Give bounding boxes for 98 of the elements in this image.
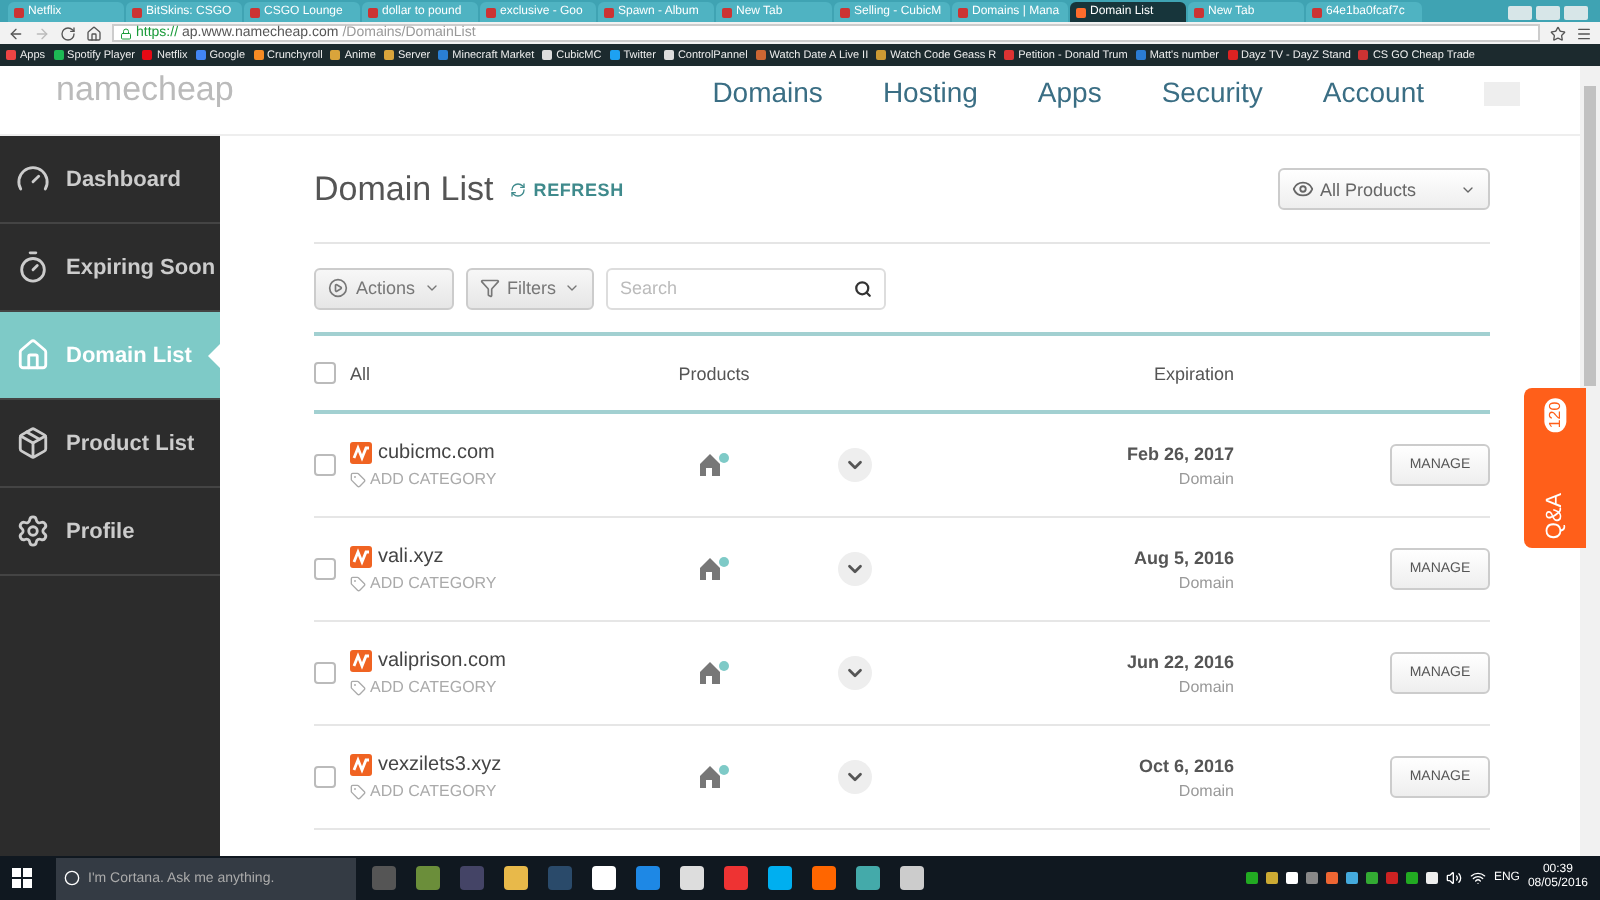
favicon-icon (368, 7, 378, 17)
taskbar-app-icon[interactable] (680, 866, 704, 890)
play-circle-icon (328, 278, 348, 298)
sidebar-item[interactable]: Product List (0, 400, 220, 488)
nav-link[interactable]: Account (1322, 78, 1424, 106)
domain-name: vali.xyz (378, 546, 444, 568)
refresh-icon (509, 181, 526, 197)
taskbar-app-icon[interactable] (636, 866, 660, 890)
cortana-circle-icon (64, 870, 80, 886)
domain-name: vexzilets3.xyz (378, 754, 502, 776)
back-icon[interactable] (8, 25, 24, 41)
box-icon (16, 426, 50, 460)
house-icon (698, 660, 730, 686)
product-type: Domain (1178, 469, 1234, 487)
favicon-icon (250, 7, 260, 17)
favicon-icon (604, 7, 614, 17)
tag-icon (350, 679, 366, 695)
expand-button[interactable] (838, 552, 872, 586)
nav-link[interactable]: Apps (1037, 78, 1102, 106)
expand-button[interactable] (838, 448, 872, 482)
taskbar-app-icon[interactable] (592, 866, 616, 890)
domain-name: cubicmc.com (378, 442, 495, 464)
taskbar-app-icon[interactable] (856, 866, 880, 890)
favicon-icon (958, 7, 968, 17)
home-icon[interactable] (86, 25, 102, 41)
domain-logo-icon (350, 442, 372, 464)
expiration-date: Oct 6, 2016 (1138, 755, 1234, 775)
search-icon[interactable] (854, 279, 873, 297)
favicon-icon (132, 7, 142, 17)
domain-logo-icon (350, 546, 372, 568)
refresh-link[interactable]: REFRESH (509, 179, 624, 199)
sidebar-item[interactable]: Dashboard (0, 136, 220, 224)
tag-icon (350, 471, 366, 487)
favicon-icon (722, 7, 732, 17)
eye-icon (1292, 178, 1314, 200)
taskbar-app-icon[interactable] (372, 866, 396, 890)
favicon-icon (1194, 7, 1204, 17)
timer-icon (16, 250, 50, 284)
column-header: Products (678, 363, 750, 383)
house-icon (698, 556, 730, 582)
filter-icon (479, 278, 500, 298)
checkbox[interactable] (314, 766, 336, 788)
expand-button[interactable] (838, 760, 872, 794)
favicon-icon (486, 7, 496, 17)
reload-icon[interactable] (60, 25, 76, 41)
product-type: Domain (1178, 677, 1234, 695)
checkbox[interactable] (314, 362, 336, 384)
caret-icon (423, 280, 440, 296)
sidebar-item[interactable]: Profile (0, 488, 220, 576)
expiration-date: Aug 5, 2016 (1133, 547, 1234, 567)
taskbar-app-icon[interactable] (416, 866, 440, 890)
taskbar-app-icon[interactable] (768, 866, 792, 890)
tag-icon (350, 783, 366, 799)
caret-icon (564, 280, 581, 296)
product-type: Domain (1178, 781, 1234, 799)
column-header: All (350, 363, 371, 383)
count-badge: 120 (1544, 397, 1566, 433)
house-icon (698, 452, 730, 478)
nav-link[interactable]: Hosting (882, 78, 978, 106)
taskbar-app-icon[interactable] (504, 866, 528, 890)
taskbar-app-icon[interactable] (548, 866, 572, 890)
gear-icon (16, 514, 50, 548)
search-field[interactable]: Search (606, 267, 887, 309)
bookmark-star-icon[interactable] (1550, 25, 1566, 41)
tag-icon (350, 575, 366, 591)
taskbar-app-icon[interactable] (812, 866, 836, 890)
domain-logo-icon (350, 650, 372, 672)
favicon-icon (1312, 7, 1322, 17)
favicon-icon (1076, 7, 1086, 17)
actions-dropdown[interactable]: Actions (314, 267, 454, 309)
domain-logo-icon (350, 754, 372, 776)
taskbar-app-icon[interactable] (900, 866, 924, 890)
volume-icon[interactable] (1445, 870, 1462, 886)
taskbar-app-icon[interactable] (460, 866, 484, 890)
lock-icon (120, 27, 132, 39)
checkbox[interactable] (314, 454, 336, 476)
expiration-date: Feb 26, 2017 (1126, 443, 1234, 463)
products-dropdown[interactable]: All Products (1278, 168, 1490, 210)
scrollbar-thumb[interactable] (1584, 86, 1596, 386)
gauge-icon (16, 162, 50, 196)
checkbox[interactable] (314, 662, 336, 684)
nav-link[interactable]: Domains (712, 78, 823, 106)
domain-name: valiprison.com (378, 650, 506, 672)
filters-dropdown[interactable]: Filters (465, 267, 595, 309)
expand-button[interactable] (838, 656, 872, 690)
favicon-icon (14, 7, 24, 17)
checkbox[interactable] (314, 558, 336, 580)
forward-icon[interactable] (34, 25, 50, 41)
product-type: Domain (1178, 573, 1234, 591)
nav-link[interactable]: Security (1161, 78, 1263, 106)
home-icon (16, 338, 50, 372)
house-icon (698, 764, 730, 790)
network-icon[interactable] (1469, 870, 1486, 886)
favicon-icon (840, 7, 850, 17)
column-header: Expiration (1153, 363, 1234, 383)
taskbar-app-icon[interactable] (724, 866, 748, 890)
expiration-date: Jun 22, 2016 (1126, 651, 1234, 671)
page-title: Domain List (314, 169, 494, 209)
